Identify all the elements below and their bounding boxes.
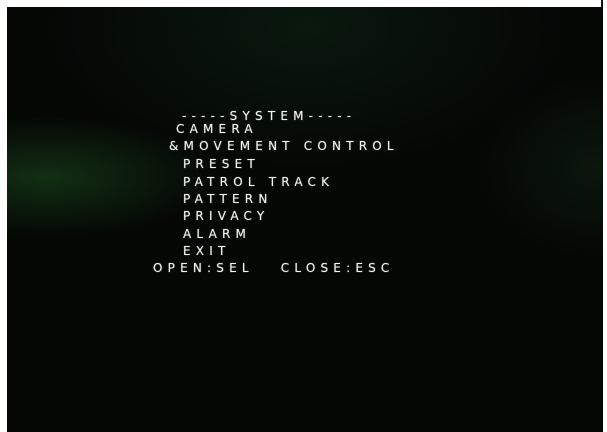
menu-title: -----SYSTEM----- bbox=[182, 109, 357, 123]
menu-item-pattern[interactable]: PATTERN bbox=[183, 192, 273, 206]
menu-item-patrol-track[interactable]: PATROL TRACK bbox=[183, 175, 334, 189]
menu-item-preset[interactable]: PRESET bbox=[183, 157, 260, 171]
menu-footer-hint: OPEN:SEL CLOSE:ESC bbox=[153, 261, 395, 275]
menu-item-alarm[interactable]: ALARM bbox=[183, 227, 251, 241]
menu-item-camera[interactable]: CAMERA bbox=[176, 122, 258, 136]
camera-feed-frame: -----SYSTEM----- CAMERA &MOVEMENT CONTRO… bbox=[0, 0, 607, 432]
menu-item-privacy[interactable]: PRIVACY bbox=[183, 209, 269, 223]
menu-item-movement-control[interactable]: &MOVEMENT CONTROL bbox=[169, 139, 399, 153]
menu-item-exit[interactable]: EXIT bbox=[183, 244, 230, 258]
osd-screen: -----SYSTEM----- CAMERA &MOVEMENT CONTRO… bbox=[7, 7, 603, 432]
